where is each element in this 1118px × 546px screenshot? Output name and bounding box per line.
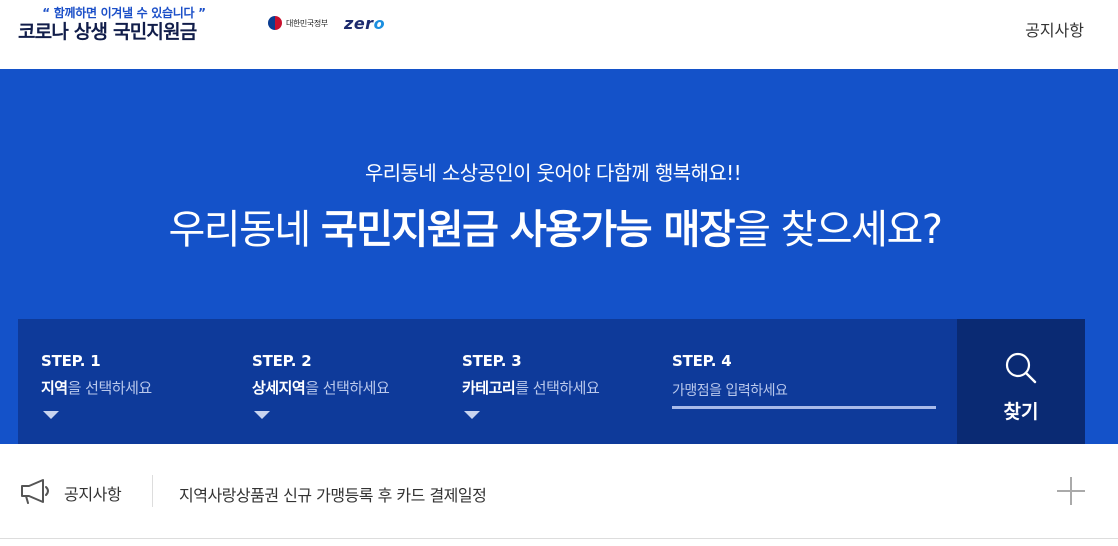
- header-notice-link[interactable]: 공지사항: [1025, 17, 1084, 41]
- step-desc-bold: 카테고리: [462, 379, 516, 397]
- find-button[interactable]: 찾기: [957, 319, 1085, 444]
- hero-title-suffix: 을 찾으세요?: [734, 207, 943, 253]
- step-label: STEP. 3: [462, 352, 522, 370]
- store-name-input[interactable]: [672, 375, 936, 409]
- step-desc-rest: 을 선택하세요: [305, 379, 390, 397]
- zero-logo-suffix: o: [373, 14, 386, 33]
- step-desc-rest: 을 선택하세요: [67, 379, 153, 397]
- step-description: 지역을 선택하세요: [41, 377, 152, 398]
- hero-title-bold: 국민지원금 사용가능 매장: [320, 207, 736, 253]
- taegeuk-icon: [268, 16, 282, 30]
- logo-title: 코로나 상생 국민지원금: [18, 21, 197, 43]
- step-label: STEP. 2: [252, 352, 312, 370]
- site-logo[interactable]: “ 함께하면 이겨낼 수 있습니다 ” 코로나 상생 국민지원금: [18, 6, 230, 44]
- step-description: 상세지역을 선택하세요: [252, 377, 390, 398]
- logo-tagline: “ 함께하면 이겨낼 수 있습니다 ”: [42, 6, 206, 20]
- notice-label: 공지사항: [64, 485, 122, 504]
- caret-down-icon[interactable]: [464, 411, 480, 419]
- step-label: STEP. 1: [41, 352, 101, 370]
- step-label: STEP. 4: [672, 352, 732, 370]
- hero-subtitle: 우리동네 소상공인이 웃어야 다함께 행복해요!!: [364, 161, 742, 185]
- step-store-name: STEP. 4: [672, 319, 942, 444]
- step-desc-rest: 를 선택하세요: [515, 379, 600, 397]
- plus-icon[interactable]: [1056, 476, 1086, 506]
- search-icon: [1005, 352, 1037, 384]
- step-region-select[interactable]: STEP. 1 지역을 선택하세요: [41, 319, 241, 444]
- government-logo-text: 대한민국정부: [286, 18, 328, 28]
- notice-bar: 공지사항 지역사랑상품권 신규 가맹등록 후 카드 결제일정: [0, 444, 1118, 539]
- store-search-panel: STEP. 1 지역을 선택하세요 STEP. 2 상세지역을 선택하세요 ST…: [18, 319, 1085, 444]
- step-category-select[interactable]: STEP. 3 카테고리를 선택하세요: [462, 319, 662, 444]
- hero-banner: 우리동네 소상공인이 웃어야 다함께 행복해요!! 우리동네 국민지원금 사용가…: [0, 69, 1118, 444]
- notice-headline-link[interactable]: 지역사랑상품권 신규 가맹등록 후 카드 결제일정: [179, 482, 487, 506]
- zero-logo-prefix: zer: [344, 14, 374, 33]
- megaphone-icon: [21, 479, 49, 504]
- notice-divider: [152, 475, 153, 507]
- step-desc-bold: 상세지역: [252, 379, 306, 397]
- step-detail-region-select[interactable]: STEP. 2 상세지역을 선택하세요: [252, 319, 452, 444]
- government-logo: 대한민국정부: [268, 16, 328, 30]
- step-description: 카테고리를 선택하세요: [462, 377, 600, 398]
- caret-down-icon[interactable]: [254, 411, 270, 419]
- find-button-label: 찾기: [1003, 402, 1039, 423]
- hero-title: 우리동네 국민지원금 사용가능 매장을 찾으세요?: [0, 197, 1110, 255]
- step-desc-bold: 지역: [41, 379, 68, 397]
- hero-title-prefix: 우리동네: [168, 207, 321, 253]
- zero-pay-logo: zero: [344, 14, 385, 33]
- caret-down-icon[interactable]: [43, 411, 59, 419]
- site-header: “ 함께하면 이겨낼 수 있습니다 ” 코로나 상생 국민지원금 대한민국정부 …: [0, 0, 1118, 69]
